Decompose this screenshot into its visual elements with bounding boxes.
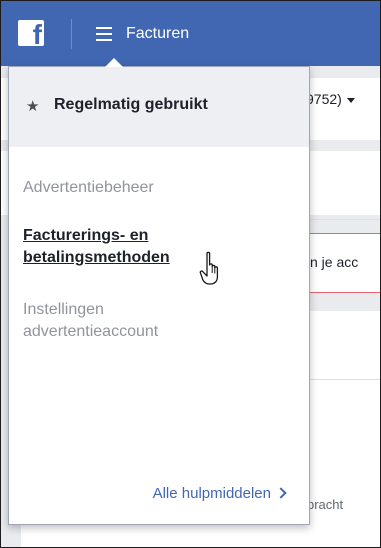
top-navigation-bar: f Facturen <box>1 1 380 66</box>
alert-box: n je acc <box>301 233 380 293</box>
menu-item-label-line1: Facturerings- en <box>23 227 149 244</box>
facebook-logo-icon[interactable]: f <box>18 19 44 50</box>
menu-item-ads-manager[interactable]: Advertentiebeheer <box>23 177 154 199</box>
background-bottom-text: bracht <box>307 497 344 512</box>
all-tools-label: Alle hulpmiddelen <box>152 485 271 502</box>
hand-pointer-cursor-icon <box>199 251 219 285</box>
frequently-used-header[interactable]: ★ Regelmatig gebruikt <box>9 67 309 147</box>
account-selector-label: 9752) <box>306 91 342 107</box>
navigation-dropdown: ★ Regelmatig gebruikt Advertentiebeheer … <box>8 58 310 525</box>
hamburger-menu-icon <box>96 27 112 41</box>
menu-item-label-line2: advertentieaccount <box>23 323 159 340</box>
caret-down-icon <box>346 97 355 103</box>
all-tools-link[interactable]: Alle hulpmiddelen <box>152 485 287 502</box>
menu-button[interactable]: Facturen <box>96 23 189 45</box>
menu-item-billing-payment-methods[interactable]: Facturerings- en betalingsmethoden <box>23 225 170 269</box>
menu-item-label-line2: betalingsmethoden <box>23 249 170 266</box>
alert-text: n je acc <box>310 254 359 270</box>
account-selector[interactable]: 9752) <box>306 91 355 107</box>
chevron-right-icon <box>275 487 287 499</box>
dropdown-pointer <box>105 58 123 67</box>
menu-title: Facturen <box>126 25 190 42</box>
star-icon: ★ <box>26 98 40 115</box>
logo-letter: f <box>32 19 42 50</box>
divider <box>71 19 72 49</box>
app-window: f Facturen 9752) n je acc bracht ★ Regel… <box>0 0 381 548</box>
menu-item-label-line1: Instellingen <box>23 301 104 318</box>
frequently-used-label: Regelmatig gebruikt <box>54 96 208 113</box>
menu-item-label: Advertentiebeheer <box>23 179 154 196</box>
menu-item-ad-account-settings[interactable]: Instellingen advertentieaccount <box>23 299 158 343</box>
